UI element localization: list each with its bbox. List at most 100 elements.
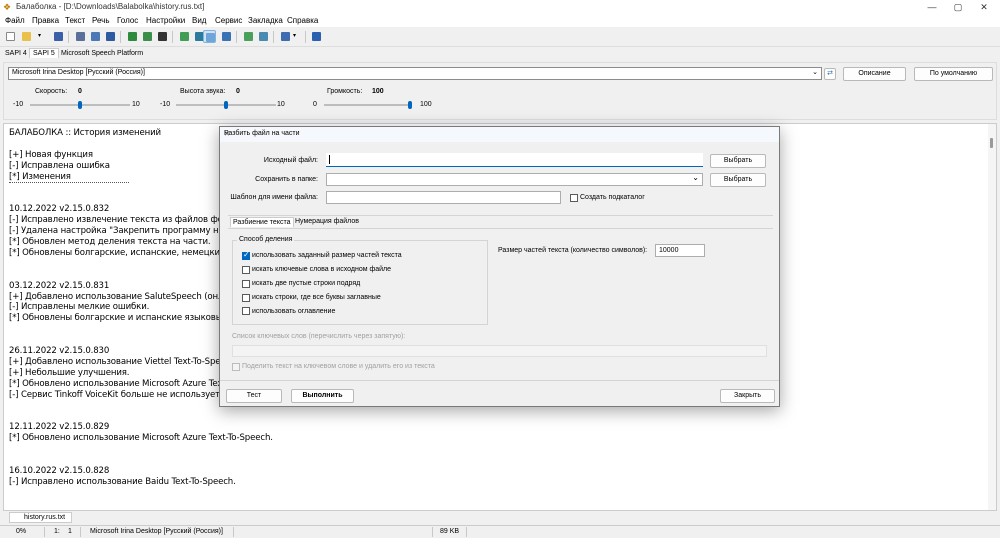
bookmark-button[interactable] bbox=[242, 30, 255, 43]
tab-text-split[interactable]: Разбиение текста bbox=[230, 217, 294, 227]
maximize-icon[interactable]: ▢ bbox=[944, 0, 972, 14]
new-file-button[interactable] bbox=[4, 30, 17, 43]
refresh-voices-button[interactable]: ⇄ bbox=[824, 68, 836, 80]
editor-line: 26.11.2022 v2.15.0.830 bbox=[9, 346, 110, 356]
editor-line: [*] Обновлены болгарские и испанские язы… bbox=[9, 313, 241, 324]
rate-value: 0 bbox=[78, 88, 82, 95]
menu-bookmark[interactable]: Закладка bbox=[248, 16, 283, 25]
vertical-scrollbar[interactable] bbox=[988, 124, 996, 510]
split-delete-label: Поделить текст на ключевом слове и удали… bbox=[242, 363, 435, 370]
toolbar: ▾ ▾ bbox=[0, 27, 1000, 47]
editor-line: [+] Добавлено использование Viettel Text… bbox=[9, 356, 236, 367]
menu-speech[interactable]: Речь bbox=[92, 16, 110, 25]
pause-button[interactable] bbox=[141, 30, 154, 43]
split-file-button[interactable] bbox=[203, 30, 216, 43]
editor-line: [*] Обновлено использование Microsoft Az… bbox=[9, 433, 273, 444]
menu-view[interactable]: Вид bbox=[192, 16, 206, 25]
document-tabs: history.rus.txt bbox=[3, 511, 997, 525]
close-icon[interactable]: ✕ bbox=[970, 0, 998, 14]
app-icon: ❖ bbox=[3, 2, 12, 12]
tab-sapi5[interactable]: SAPI 5 bbox=[29, 48, 59, 58]
status-bar: 0% 1: 1 Microsoft Irina Desktop [Русский… bbox=[0, 525, 1000, 538]
pitch-label: Высота звука: bbox=[180, 88, 226, 95]
run-button[interactable]: Выполнить bbox=[291, 389, 354, 403]
convert-button[interactable] bbox=[104, 30, 117, 43]
tab-speech-platform[interactable]: Microsoft Speech Platform bbox=[61, 50, 143, 57]
tab-sapi4[interactable]: SAPI 4 bbox=[5, 50, 27, 57]
volume-slider[interactable] bbox=[408, 101, 412, 109]
editor-line: [*] Обновлены болгарские, испанские, нем… bbox=[9, 247, 241, 258]
minimize-icon[interactable]: — bbox=[918, 0, 946, 14]
play-button[interactable] bbox=[126, 30, 139, 43]
window-titlebar: ❖ Балаболка - [D:\Downloads\Balabolka\hi… bbox=[0, 0, 1000, 14]
editor-line: [+] Небольшие улучшения. bbox=[9, 367, 130, 378]
editor-line: [+] Добавлено использование SaluteSpeech… bbox=[9, 291, 240, 302]
status-progress: 0% bbox=[16, 528, 27, 535]
sapi-tabs: SAPI 4 SAPI 5 Microsoft Speech Platform bbox=[0, 48, 1000, 62]
split-delete-checkbox[interactable] bbox=[232, 363, 240, 371]
window-button[interactable] bbox=[279, 30, 292, 43]
open-file-button[interactable] bbox=[20, 30, 33, 43]
refresh-icon: ⇄ bbox=[827, 70, 833, 77]
print-button[interactable] bbox=[74, 30, 87, 43]
editor-line: [*] Обновлено использование Microsoft Az… bbox=[9, 378, 237, 389]
default-button[interactable]: По умолчанию bbox=[914, 67, 993, 81]
editor-line: 10.12.2022 v2.15.0.832 bbox=[9, 204, 110, 215]
part-size-input[interactable]: 10000 bbox=[655, 244, 705, 257]
status-line: 1: bbox=[54, 528, 60, 535]
method-toc-checkbox[interactable] bbox=[242, 307, 250, 315]
menu-voice[interactable]: Голос bbox=[117, 16, 138, 25]
close-button[interactable]: Закрыть bbox=[720, 389, 775, 403]
editor-line: [+] Новая функция bbox=[9, 149, 93, 160]
method-empty-lines-checkbox[interactable] bbox=[242, 280, 250, 288]
save-folder-select[interactable]: ⌄ bbox=[326, 173, 703, 186]
speak-clipboard-button[interactable] bbox=[178, 30, 191, 43]
export-button[interactable] bbox=[89, 30, 102, 43]
method-keywords-checkbox[interactable] bbox=[242, 266, 250, 274]
tab-history-file[interactable]: history.rus.txt bbox=[9, 512, 73, 523]
editor-line: [-] Исправлено извлечение текста из файл… bbox=[9, 215, 235, 226]
menu-settings[interactable]: Настройки bbox=[146, 16, 185, 25]
voice-select[interactable]: Microsoft Irina Desktop [Русский (Россия… bbox=[8, 67, 822, 80]
menu-text[interactable]: Текст bbox=[65, 16, 85, 25]
editor-line: БАЛАБОЛКА :: История изменений bbox=[9, 128, 161, 138]
template-input[interactable] bbox=[326, 191, 561, 204]
save-folder-label: Сохранить в папке: bbox=[255, 176, 318, 183]
method-uppercase-checkbox[interactable] bbox=[242, 294, 250, 302]
keywords-input[interactable] bbox=[232, 345, 767, 357]
save-file-button[interactable] bbox=[52, 30, 65, 43]
describe-button[interactable]: Описание bbox=[843, 67, 906, 81]
open-dropdown-icon[interactable]: ▾ bbox=[38, 30, 51, 43]
help-button[interactable] bbox=[310, 30, 323, 43]
bookmark-next-button[interactable] bbox=[257, 30, 270, 43]
method-fixed-size-checkbox[interactable] bbox=[242, 250, 250, 260]
menu-edit[interactable]: Правка bbox=[32, 16, 59, 25]
keywords-label: Список ключевых слов (перечислить через … bbox=[232, 333, 406, 340]
editor-line: [*] Обновлен метод деления текста на час… bbox=[9, 237, 211, 247]
rate-slider[interactable] bbox=[78, 101, 82, 109]
pitch-slider[interactable] bbox=[224, 101, 228, 109]
menu-service[interactable]: Сервис bbox=[215, 16, 242, 25]
editor-line: 12.11.2022 v2.15.0.829 bbox=[9, 422, 110, 433]
editor-line: 03.12.2022 v2.15.0.831 bbox=[9, 280, 110, 291]
subfolder-checkbox[interactable] bbox=[570, 194, 578, 202]
menu-file[interactable]: Файл bbox=[5, 16, 25, 25]
window-dropdown-icon[interactable]: ▾ bbox=[292, 30, 305, 43]
source-file-input[interactable] bbox=[326, 153, 703, 167]
tab-file-numbering[interactable]: Нумерация файлов bbox=[295, 218, 359, 225]
editor-line: [-] Исправлено использование Baidu Text-… bbox=[9, 476, 236, 487]
source-file-label: Исходный файл: bbox=[263, 157, 318, 164]
batch-button[interactable] bbox=[220, 30, 233, 43]
browse-source-button[interactable]: Выбрать bbox=[710, 154, 766, 168]
editor-line: 16.10.2022 v2.15.0.828 bbox=[9, 465, 110, 476]
editor-line: [-] Удалена настройка "Закрепить програм… bbox=[9, 226, 237, 237]
close-icon[interactable]: ✕ bbox=[224, 130, 775, 138]
menu-help[interactable]: Справка bbox=[287, 16, 318, 25]
volume-slider-track bbox=[324, 104, 410, 106]
dialog-titlebar: Разбить файл на части ✕ bbox=[220, 127, 779, 142]
split-file-dialog: Разбить файл на части ✕ Исходный файл: В… bbox=[219, 126, 780, 407]
browse-folder-button[interactable]: Выбрать bbox=[710, 173, 766, 187]
test-button[interactable]: Тест bbox=[226, 389, 282, 403]
part-size-label: Размер частей текста (количество символо… bbox=[498, 247, 648, 254]
stop-button[interactable] bbox=[156, 30, 169, 43]
